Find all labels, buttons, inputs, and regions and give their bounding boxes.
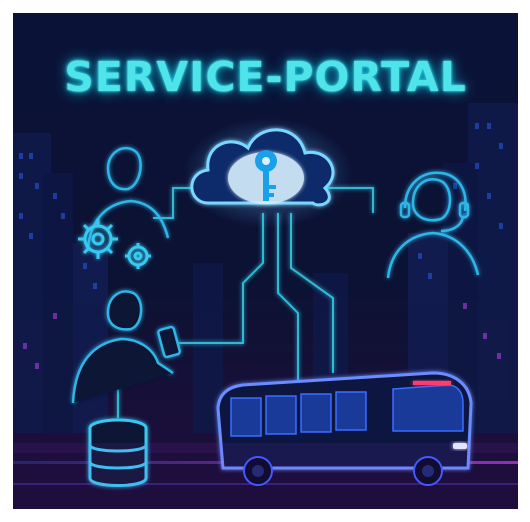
service-portal-illustration: SERVICE-PORTAL xyxy=(13,13,518,509)
cloud-key-icon xyxy=(183,118,353,228)
page-title: SERVICE-PORTAL xyxy=(64,53,467,101)
image-frame: SERVICE-PORTAL xyxy=(0,0,530,522)
